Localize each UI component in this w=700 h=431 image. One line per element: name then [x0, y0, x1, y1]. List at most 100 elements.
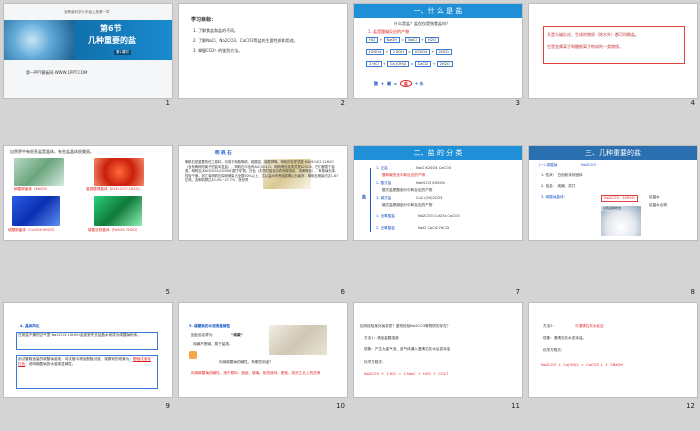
slide-thumbnail-4[interactable]: 凡是与碱反应、生成的物质（除水外）都可叫做盐。 它是金属离子和酸根离子构成的一类… — [529, 4, 697, 98]
slide7-side-label: 盐 — [362, 194, 366, 199]
slide1-sub: 第1课时 — [114, 50, 131, 55]
slide6-body: 明矾石是重要的化工原料，可用于制取明矾、硫酸铝、硫酸钾等。明矾的化学式是 KAl… — [185, 160, 339, 183]
slide-number-12: 12 — [686, 402, 695, 410]
slide-number-10: 10 — [336, 402, 345, 410]
slide-number-6: 6 — [340, 288, 345, 296]
slide7-g2-desc: 酸式盐是酸部分中和反应的产物 — [382, 188, 433, 192]
slide8-item-3: 3. 碳酸钠晶体： — [541, 195, 568, 199]
slide10-q2: 利用碳酸钠的碱性，有哪些用途？ — [219, 360, 273, 364]
slide-thumbnail-9[interactable]: 4. 晶体风化 在常温干燥的空气里 Na2CO3·10H2O会逐渐失去结晶水而成… — [4, 303, 172, 397]
slide8-pic-label: 白色固体粉末 — [601, 206, 624, 211]
slide2-item-3: 3. 掌握CO3²⁻的鉴别方法。 — [193, 48, 243, 53]
slide12-equation: Na2CO3 + Ca(OH)2 = CaCO3 ↓ + 2NaOH — [541, 363, 624, 367]
slide11-equation: Na2CO3 + 2 HCl = 2 NaCl + H2O + CO2↑ — [364, 372, 450, 376]
slide9-heading: 4. 晶体风化 — [20, 324, 40, 328]
slide5-caption: 自然界中有很多盐是晶体，有些盐晶体很美丽。 — [10, 149, 94, 154]
slide3-row-2: H2SO4 + 2 KOH = K2SO4 + 2H2O — [366, 49, 516, 55]
slide8-sub: (一) 碳酸钠 — [539, 163, 558, 167]
slide8-right-2: 结晶水合物 — [649, 203, 667, 207]
slide8-item-2: 2. 俗名： 纯碱、苏打 — [541, 184, 576, 188]
slide6-title: 明 矾 石 — [215, 151, 232, 156]
slide5-photo-cuso4 — [12, 196, 60, 226]
slide12-eq-label: 化学方程式： — [543, 348, 565, 352]
slide7-header: 二、盐 的 分 类 — [354, 146, 522, 160]
slide11-question: 如何检验某化钠变质？鉴别检验Na2CO3等物质的存在？ — [360, 324, 451, 328]
slide8-formula: Na2CO3 — [581, 163, 596, 167]
slide5-label-1: 硝酸钾晶体（KNO3） — [14, 187, 50, 191]
slide-number-5: 5 — [165, 288, 170, 296]
slide7-g1-formula: NaCl K2SO4 CaCO3 — [416, 166, 452, 170]
slide5-label-2: 重铬酸钾晶体（K2Cr2O7·2H2O） — [86, 187, 143, 191]
slide-number-3: 3 — [515, 99, 520, 107]
slide3-row-1: HCl + NaOH = NaCl + H2O — [366, 37, 516, 43]
slide-thumbnail-11[interactable]: 如何检验某化钠变质？鉴别检验Na2CO3等物质的存在？ 方法1：滴加盐酸溶液 现… — [354, 303, 522, 397]
slide7-g2-label: 2. 酸式盐 — [376, 181, 392, 185]
slide1-title-a: 第6节 — [100, 24, 122, 33]
slide11-eq-label: 化学方程式： — [364, 360, 386, 364]
slide5-label-3: 硫酸铜晶体（CuSO4·5H2O） — [8, 228, 57, 232]
slide-number-9: 9 — [165, 402, 170, 410]
slide-thumbnail-7[interactable]: 二、盐 的 分 类 盐 1. 正盐 NaCl K2SO4 CaCO3 酸和碱完全… — [354, 146, 522, 240]
slide-thumbnail-12[interactable]: 方法2： 与澄清石灰水反应 现象：澄清石灰水变浑浊。 化学方程式： Na2CO3… — [529, 303, 697, 397]
slide7-m2-formula: NaCl CaCl2 FeCl3 — [418, 226, 450, 230]
slide-number-7: 7 — [515, 288, 520, 296]
slide12-method: 方法2： — [543, 324, 557, 328]
slide3-question: 什么是盐？盐仅仅是指食盐吗？ — [394, 21, 450, 26]
slide-thumbnail-1[interactable]: 浙教版科学九年级上册第一章 第6节 几种重要的盐 第1课时 第一PPT模板网-W… — [4, 4, 172, 98]
slide7-m1-formula: Na2CO3 CuSO4 CaCO3 — [418, 214, 460, 218]
slide-number-1: 1 — [165, 99, 170, 107]
slide7-m2-label: 2. 无氧酸盐 — [376, 226, 395, 230]
slide-number-8: 8 — [690, 288, 695, 296]
slide3-sub: 1. 盐是酸碱反应的产物 — [368, 29, 410, 34]
slide2-item-1: 1. 了解食盐和盐的不同。 — [193, 28, 239, 33]
slide-thumbnail-3[interactable]: 一、什 么 是 盐 什么是盐？盐仅仅是指食盐吗？ 1. 盐是酸碱反应的产物 HC… — [354, 4, 522, 98]
slide8-item-1: 1. 性状： 白色粉末状固体 — [541, 173, 583, 177]
slide1-globe-image — [4, 20, 74, 60]
slide-thumbnail-5[interactable]: 自然界中有很多盐是晶体，有些盐晶体很美丽。 硝酸钾晶体（KNO3） 重铬酸钾晶体… — [4, 146, 172, 240]
slide3-row-3: 2 HCl + Ca (OH)2 = CaCl2 + 2H2O — [366, 61, 516, 67]
slide11-method: 方法1：滴加盐酸溶液 — [364, 336, 399, 340]
slide-number-11: 11 — [511, 402, 520, 410]
slide7-g3-label: 3. 碱式盐 — [376, 196, 392, 200]
slide-thumbnail-8[interactable]: 三、几种重要的盐 (一) 碳酸钠 Na2CO3 1. 性状： 白色粉末状固体 2… — [529, 146, 697, 240]
slide10-line2: 纯碱不是碱，属于盐类。 — [193, 342, 233, 346]
slide7-g1-label: 1. 正盐 — [376, 166, 388, 170]
slide8-crystal: Na2CO3 · 10H2O — [601, 195, 638, 202]
slide7-g2-formula: NaHCO3 KHSO4 — [416, 181, 445, 185]
slide12-observation: 现象：澄清石灰水变浑浊。 — [543, 336, 587, 340]
slide10-photo-bags — [269, 325, 327, 355]
slide10-q1: “纯碱” — [231, 333, 243, 337]
slide3-header: 一、什 么 是 盐 — [354, 4, 522, 18]
slide-sorter-grid: 浙教版科学九年级上册第一章 第6节 几种重要的盐 第1课时 第一PPT模板网-W… — [0, 0, 700, 431]
slide11-observation: 现象：产生大量气泡、该气体通入澄清石灰水后变浑浊 — [364, 347, 451, 351]
slide-thumbnail-10[interactable]: 5. 碳酸钠的水溶液呈碱性 因此俗名称为 “纯碱” 纯碱不是碱，属于盐类。 利用… — [179, 303, 347, 397]
slide4-text-2: 它是金属离子和酸根离子构成的一类物质。 — [547, 44, 623, 49]
slide-number-2: 2 — [340, 99, 345, 107]
slide8-right-1: 结晶水 — [649, 195, 660, 199]
slide5-photo-dichromate — [94, 158, 144, 186]
slide9-bottom: 用试管取适量的碳酸钠溶液，向试管中滴加酚酞试液，观察到的现象为：酚酞试液变红色，… — [18, 357, 151, 366]
slide2-item-2: 2. 了解NaCl、Na2CO3、CaCO3等盐的主要性质和用途。 — [193, 38, 298, 43]
slide9-text: 在常温干燥的空气里 Na2CO3·10H2O会逐渐失去结晶水而成为碳酸钠粉末。 — [18, 333, 141, 337]
slide7-g1-desc: 酸和碱完全中和反应的产物 — [382, 173, 426, 177]
slide10-line1: 因此俗名称为 — [191, 333, 213, 337]
slide7-g3-desc: 碱式盐是碱部分中和反应的产物 — [382, 203, 433, 207]
slide7-g3-formula: Cu2 (OH)2CO3 — [416, 196, 443, 200]
slide-number-4: 4 — [690, 99, 695, 107]
slide7-brace — [370, 168, 374, 232]
slide5-photo-feso4 — [94, 196, 142, 226]
slide4-text-1: 凡是与碱反应、生成的物质（除水外）都可叫做盐。 — [547, 32, 639, 37]
slide7-m1-label: 1. 含氧酸盐 — [376, 214, 395, 218]
slide2-heading: 学习目标： — [191, 17, 217, 23]
slide1-title-b: 几种重要的盐 — [88, 36, 136, 45]
slide1-footer: 第一PPT模板网-WWW.1PPT.COM — [26, 70, 88, 75]
slide3-bottom-row: 酸 + 碱 = 盐 + 水 — [374, 80, 424, 87]
slide5-photo-kno3 — [14, 158, 64, 186]
slide10-heading: 5. 碳酸钠的水溶液呈碱性 — [189, 324, 231, 328]
slide10-thinking-icon — [189, 351, 197, 359]
slide5-label-4: 硫酸亚铁晶体（FeSO4·7H2O） — [88, 228, 140, 232]
slide-thumbnail-6[interactable]: 明 矾 石 明矾石是重要的化工原料，可用于制取明矾、硫酸铝、硫酸钾等。明矾的化学… — [179, 146, 347, 240]
slide12-method-text: 与澄清石灰水反应 — [575, 324, 604, 328]
slide-thumbnail-2[interactable]: 学习目标： 1. 了解食盐和盐的不同。 2. 了解NaCl、Na2CO3、CaC… — [179, 4, 347, 98]
slide1-header-small: 浙教版科学九年级上册第一章 — [64, 10, 110, 14]
